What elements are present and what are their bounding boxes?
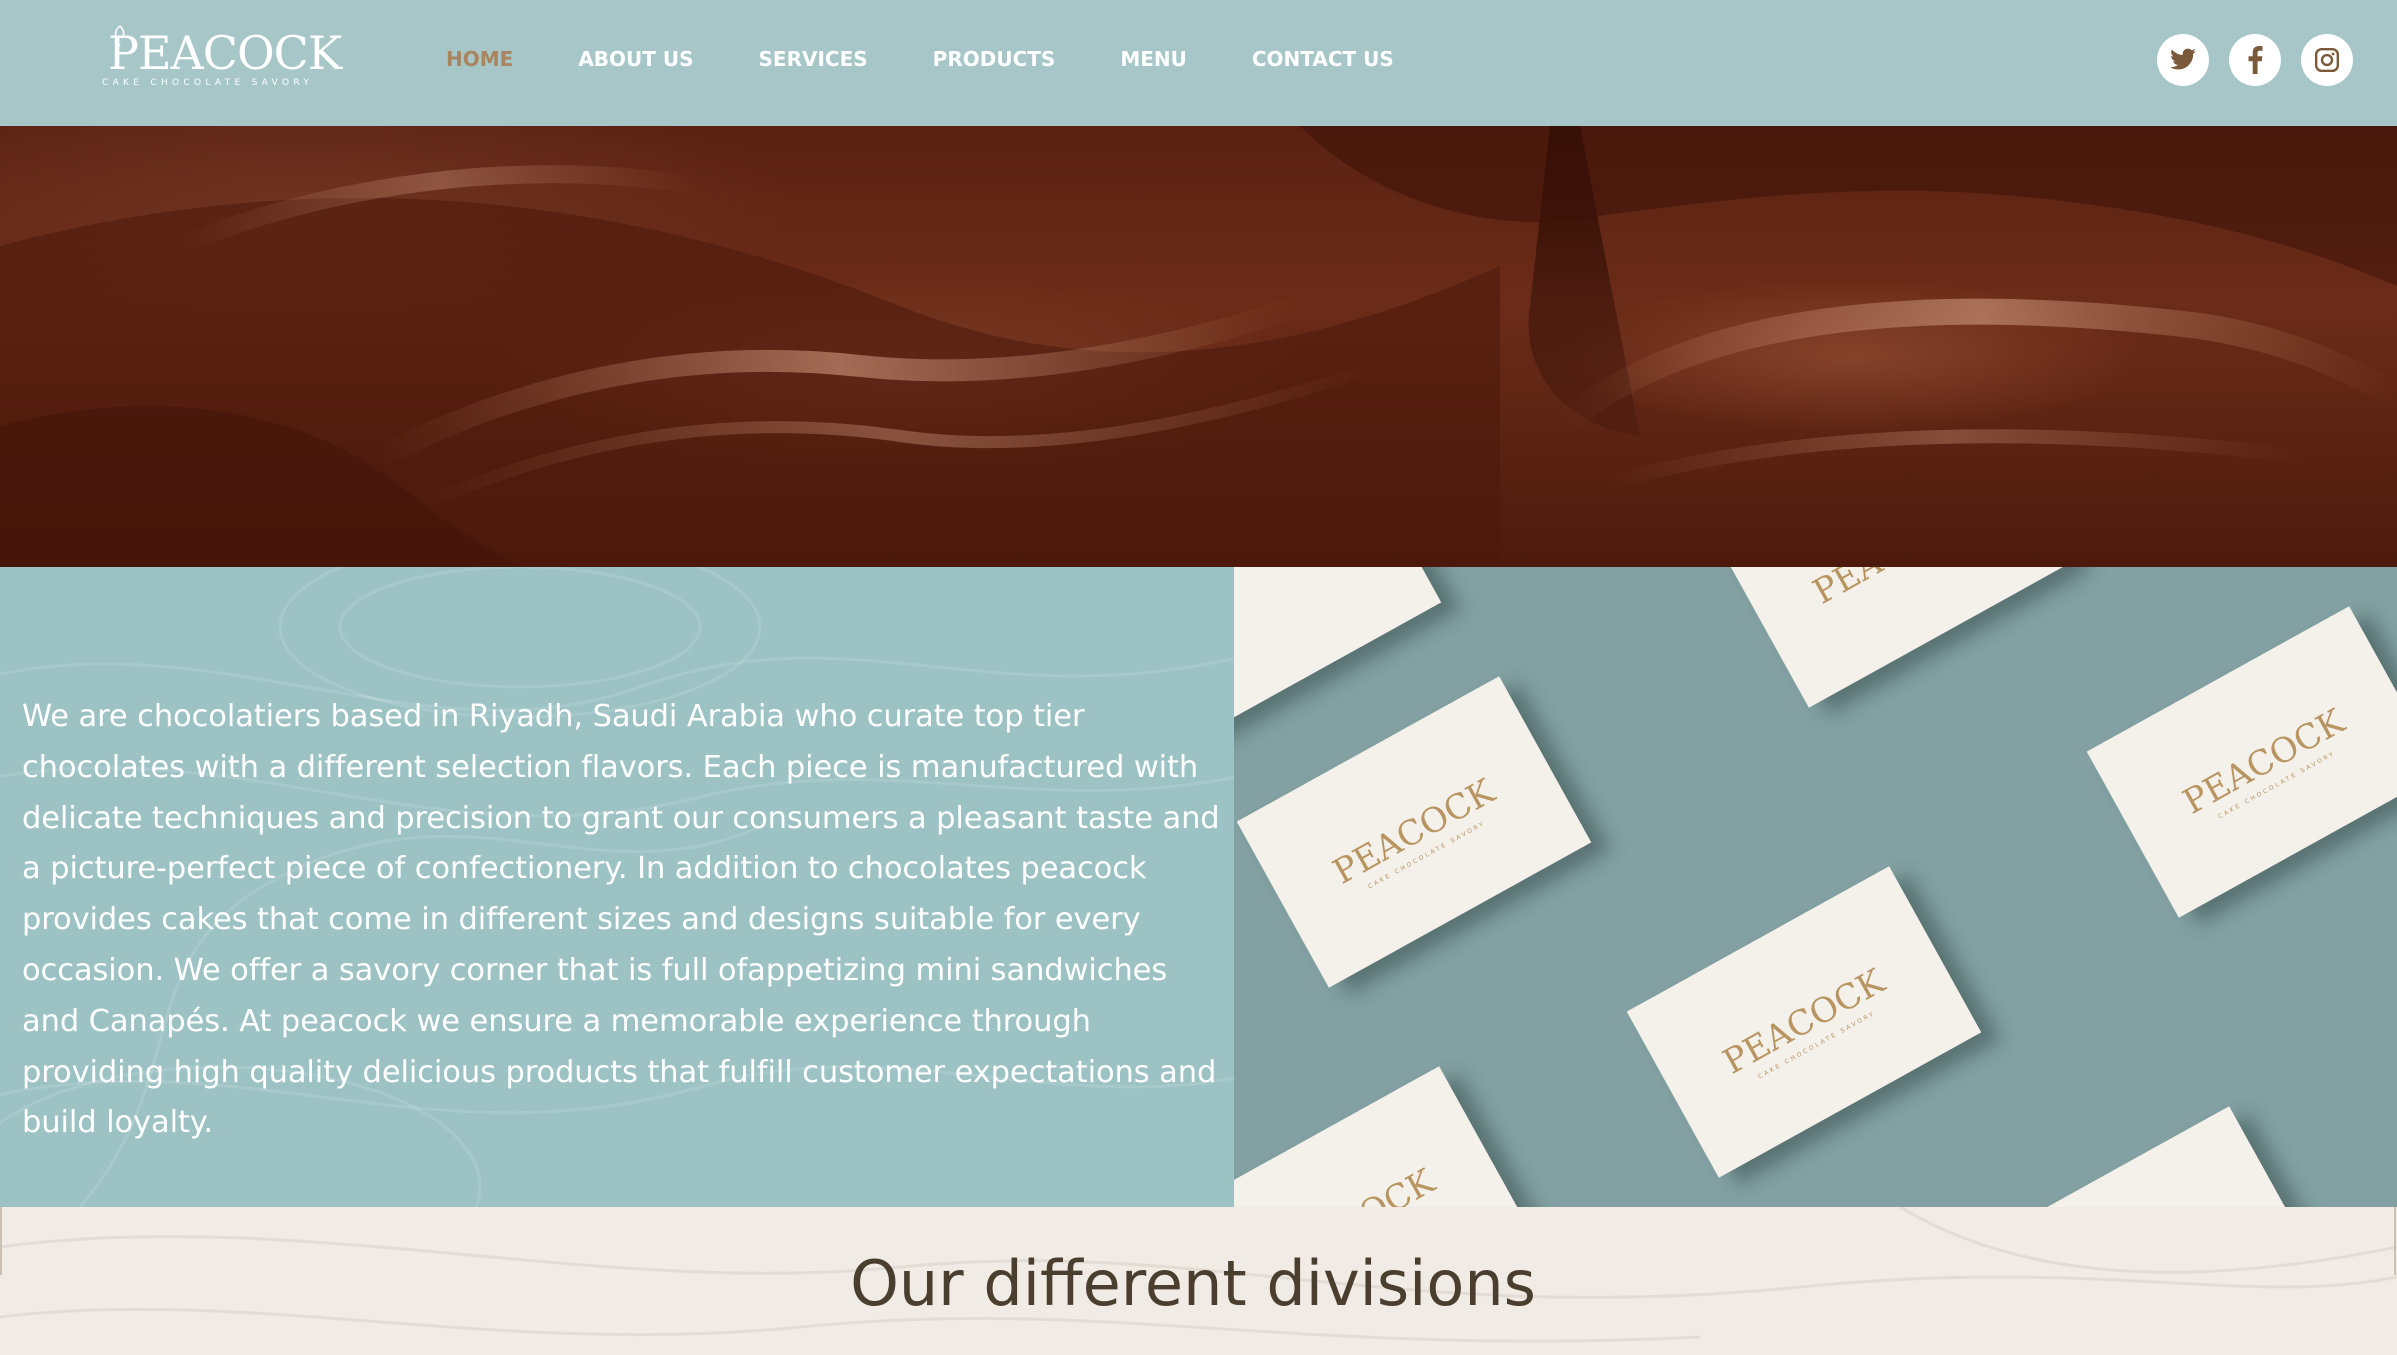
divider	[2394, 1207, 2396, 1275]
chocolate-swirl-image	[0, 126, 2397, 567]
nav-menu[interactable]: MENU	[1120, 46, 1187, 72]
hero-chocolate-banner	[0, 126, 2397, 567]
nav-home[interactable]: HOME	[446, 46, 513, 72]
twitter-icon	[2170, 48, 2196, 70]
brand-logo[interactable]: PEACOCK CAKE CHOCOLATE SAVORY	[98, 25, 342, 94]
business-card	[1234, 567, 1442, 748]
twitter-link[interactable]	[2157, 34, 2209, 86]
about-description: We are chocolatiers based in Riyadh, Sau…	[22, 699, 1220, 1141]
divisions-section: Our different divisions	[0, 1207, 2397, 1355]
nav-products[interactable]: PRODUCTS	[933, 46, 1056, 72]
facebook-link[interactable]	[2229, 34, 2281, 86]
nav-services[interactable]: SERVICES	[759, 46, 868, 72]
card-logo: PEACOCK	[1807, 567, 1982, 613]
divider	[0, 1207, 2, 1275]
business-card: PEACOCK CAKE CHOCOLATE SAVORY	[1236, 676, 1592, 988]
facebook-icon	[2248, 46, 2263, 74]
business-card: PEACOCK	[1234, 1066, 1532, 1207]
nav-contact-us[interactable]: CONTACT US	[1252, 46, 1394, 72]
business-card: PEACOCK CAKE CHOCOLATE SAVORY	[2086, 606, 2397, 918]
business-card: PEACOCK CAKE CHOCOLATE SAVORY	[1626, 866, 1982, 1178]
instagram-link[interactable]	[2301, 34, 2353, 86]
main-nav: HOME ABOUT US SERVICES PRODUCTS MENU CON…	[446, 46, 1459, 72]
business-card: PEACOCK	[1716, 567, 2072, 708]
about-section: We are chocolatiers based in Riyadh, Sau…	[0, 567, 1234, 1207]
section-title: Our different divisions	[850, 1247, 1536, 1320]
card-logo: PEACOCK	[1267, 1161, 1442, 1207]
brand-tagline: CAKE CHOCOLATE SAVORY	[102, 78, 314, 88]
site-header: PEACOCK CAKE CHOCOLATE SAVORY HOME ABOUT…	[0, 0, 2397, 126]
business-card: PEACOCK CAKE CHOCOLATE SAVORY	[1966, 1106, 2322, 1207]
brand-name: PEACOCK	[108, 26, 342, 80]
instagram-icon	[2314, 47, 2340, 73]
business-cards-image: PEACOCK PEACOCK CAKE CHOCOLATE SAVORY PE…	[1234, 567, 2397, 1207]
nav-about-us[interactable]: ABOUT US	[578, 46, 693, 72]
